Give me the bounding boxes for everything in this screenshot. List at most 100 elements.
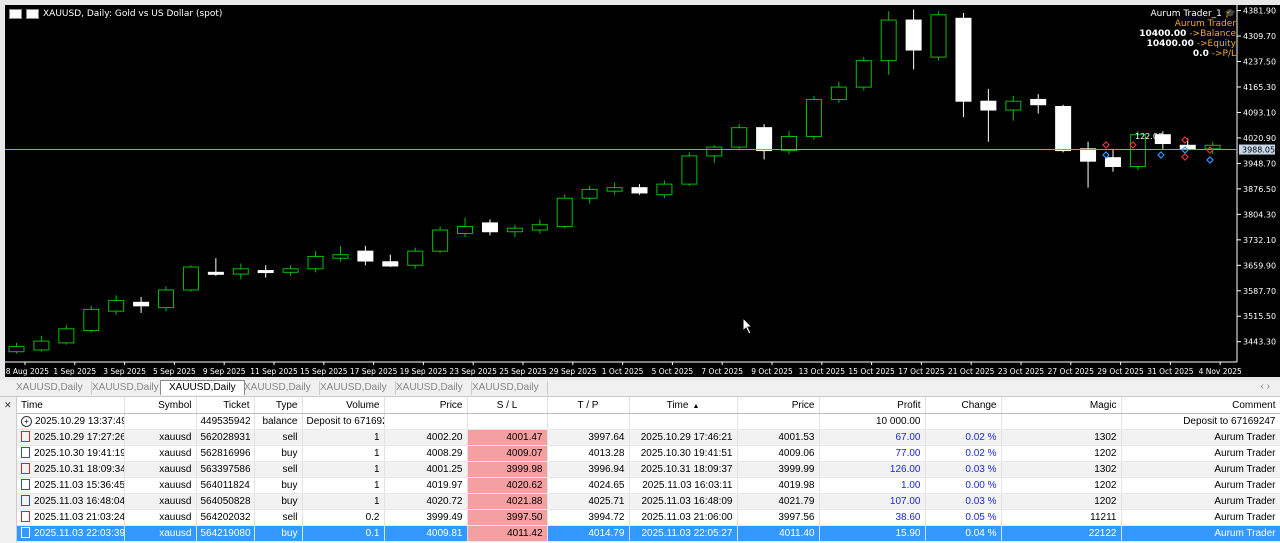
cell-symbol: xauusd [124,461,197,478]
cell-price: 4008.29 [384,445,468,462]
cell-ticket: 449535942 [196,413,255,430]
balance-row[interactable]: +2025.10.29 13:37:49 449535942 balance Depo… [17,413,1280,430]
cell-time: 2025.10.31 18:09:34 [17,461,125,478]
candle [382,254,399,268]
column-header-price[interactable]: Price [384,397,468,414]
column-header-time[interactable]: Time [17,397,125,414]
x-tick-label: 1 Oct 2025 [602,367,644,376]
cell-change: 0.02 % [925,429,1002,446]
candle [1055,104,1072,153]
cell-profit: 15.90 [819,525,926,542]
column-header-ticket[interactable]: Ticket [196,397,255,414]
cell-price: 3999.49 [384,509,468,526]
candle [133,297,150,313]
tab-chart-2[interactable]: XAUUSD,Daily [84,381,168,395]
cell-sl: 4011.42 [467,525,548,542]
column-header-time[interactable]: Time ▲ [629,397,738,414]
cell-symbol: xauusd [124,493,197,510]
table-row[interactable]: 2025.10.30 19:41:19 xauusd 562816996 buy 1 40… [17,445,1280,462]
cell-type: balance [254,413,303,430]
sell-deal-icon [21,462,30,474]
cell-time: 2025.11.03 16:48:04 [17,493,125,510]
tab-chart-5[interactable]: XAUUSD,Daily [312,381,396,395]
cell-time: 2025.11.03 21:06:00 [629,509,738,526]
cell-tp: 4024.65 [547,477,630,494]
cell-magic: 1302 [1001,461,1122,478]
cell-profit: 77.00 [819,445,926,462]
y-tick-label: 4165.30 [1243,83,1276,92]
chart-window-icon[interactable] [26,9,39,19]
candle [756,124,773,160]
table-row[interactable]: 2025.11.03 21:03:24 xauusd 564202032 sell 0.… [17,509,1280,526]
cell-type: buy [254,493,303,510]
tab-scroll-arrows[interactable]: ‹ › [1261,381,1270,392]
tab-chart-6[interactable]: XAUUSD,Daily [388,381,472,395]
cell-time: 2025.11.03 22:03:39 [17,525,125,542]
cell-tp: 3996.94 [547,461,630,478]
y-tick-label: 3587.70 [1243,287,1276,296]
pl-readout: 0.0 ->P/L [1192,49,1236,59]
cell-time: 2025.10.30 19:41:51 [629,445,738,462]
y-tick-label: 4093.10 [1243,108,1276,117]
cell-ticket: 562816996 [196,445,255,462]
cell-price: 4002.20 [384,429,468,446]
table-row[interactable]: 2025.10.31 18:09:34 xauusd 563397586 sell 1 4… [17,461,1280,478]
cell-ticket: 562028931 [196,429,255,446]
ea-name: Aurum Trader_1 🎓 [1150,9,1236,19]
y-tick-label: 3443.30 [1243,338,1276,347]
cell-price: 4001.53 [737,429,820,446]
balance-readout: 10400.00 ->Balance [1139,29,1236,39]
cell-comment: Aurum Trader [1121,477,1280,494]
chart-title-text: XAUUSD, Daily: Gold vs US Dollar (spot) [43,9,223,19]
column-header-tp[interactable]: T / P [547,397,630,414]
buy-deal-icon [21,494,30,506]
cell-ticket: 563397586 [196,461,255,478]
cell-sl: 3999.98 [467,461,548,478]
candle [556,194,573,229]
cell-tp: 4025.71 [547,493,630,510]
x-tick-label: 1 Sep 2025 [53,367,96,376]
column-header-profit[interactable]: Profit [819,397,926,414]
cell-symbol [124,413,197,430]
trade-profit-label: 122.00 [1135,132,1163,141]
ea-label: Aurum Trader [1174,19,1236,29]
table-row[interactable]: 2025.10.29 17:27:26 xauusd 562028931 sell 1 4… [17,429,1280,446]
x-tick-label: 13 Oct 2025 [799,367,846,376]
candle [955,12,972,118]
tab-chart-7[interactable]: XAUUSD,Daily [464,381,548,395]
chart-menu-icon[interactable] [9,9,22,19]
tab-chart-3[interactable]: XAUUSD,Daily [160,380,245,395]
cell-price: 3999.99 [737,461,820,478]
candle [33,335,50,352]
column-header-sl[interactable]: S / L [467,397,548,414]
column-header-change[interactable]: Change [925,397,1002,414]
table-row[interactable]: 2025.11.03 16:48:04 xauusd 564050828 buy 1 40… [17,493,1280,510]
column-header-price[interactable]: Price [737,397,820,414]
table-row[interactable]: 2025.11.03 15:36:45 xauusd 564011824 buy 1 40… [17,477,1280,494]
column-header-volume[interactable]: Volume [302,397,385,414]
candle [407,247,424,269]
cell-price: 4009.81 [384,525,468,542]
y-tick-label: 3659.90 [1243,261,1276,270]
x-tick-label: 29 Oct 2025 [1097,367,1144,376]
column-header-comment[interactable]: Comment [1121,397,1280,414]
column-header-symbol[interactable]: Symbol [124,397,197,414]
column-header-type[interactable]: Type [254,397,303,414]
cell-magic: 22122 [1001,525,1122,542]
candle [158,286,175,312]
cell-magic: 1202 [1001,445,1122,462]
trade-arrow-marker [1157,151,1165,159]
cell-comment: Aurum Trader [1121,525,1280,542]
cell-magic: 11211 [1001,509,1122,526]
hat-icon: 🎓 [1224,9,1236,19]
x-tick-label: 15 Oct 2025 [848,367,895,376]
equity-readout: 10400.00 ->Equity [1146,39,1236,49]
cell-sl: 4020.62 [467,477,548,494]
close-icon[interactable]: ✕ [4,400,12,411]
tab-chart-1[interactable]: XAUUSD,Daily [8,381,92,395]
table-row[interactable]: 2025.11.03 22:03:39 xauusd 564219080 buy 0.1… [17,525,1280,542]
price-chart[interactable]: 4381.90 4309.70 4237.50 4165.30 4093.10 4020.… [5,5,1280,377]
cell-price [384,413,468,430]
column-header-magic[interactable]: Magic [1001,397,1122,414]
tab-chart-4[interactable]: XAUUSD,Daily [236,381,320,395]
